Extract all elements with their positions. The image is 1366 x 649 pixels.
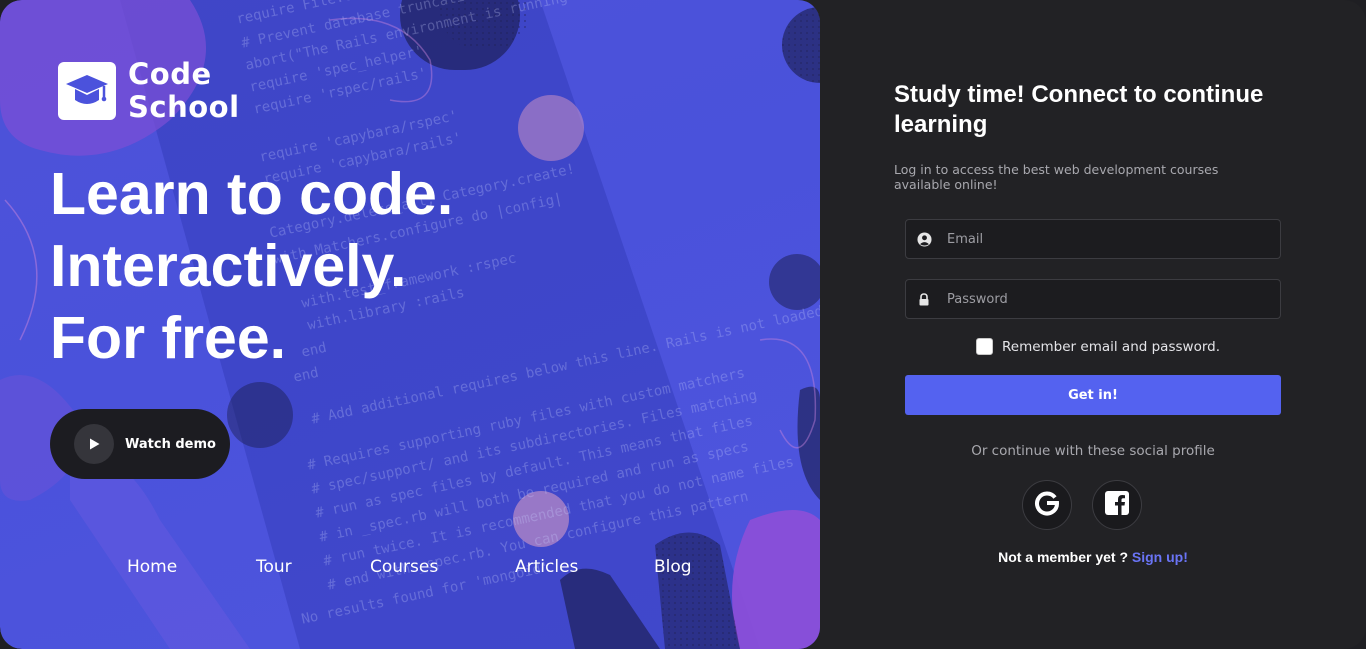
brand-line-2: School: [128, 90, 240, 124]
social-login-text: Or continue with these social profile: [971, 443, 1215, 459]
password-field[interactable]: [905, 279, 1281, 319]
remember-label: Remember email and password.: [1002, 338, 1220, 355]
password-input[interactable]: [945, 290, 1280, 308]
watch-demo-button[interactable]: Watch demo: [50, 409, 230, 479]
login-panel: Study time! Connect to continue learning…: [820, 0, 1366, 649]
get-in-button[interactable]: Get in!: [905, 375, 1281, 415]
google-icon: [1034, 490, 1060, 521]
email-input[interactable]: [945, 230, 1280, 248]
nav-tour[interactable]: Tour: [256, 557, 292, 577]
remember-checkbox[interactable]: [976, 338, 993, 355]
signup-prompt: Not a member yet ? Sign up!: [894, 549, 1292, 565]
app-frame: require File.expand_path('../../config/e…: [0, 0, 1366, 649]
headline-line-1: Learn to code.: [50, 161, 454, 227]
nav-articles[interactable]: Articles: [515, 557, 578, 577]
login-subtitle: Log in to access the best web developmen…: [894, 162, 1219, 192]
main-nav: Home Tour Courses Articles Blog: [0, 557, 820, 581]
code-school-logo[interactable]: Code School: [58, 58, 240, 124]
hero-panel: require File.expand_path('../../config/e…: [0, 0, 820, 649]
graduation-cap-icon: [58, 62, 116, 120]
email-field[interactable]: [905, 219, 1281, 259]
lock-icon: [916, 291, 932, 307]
remember-me[interactable]: Remember email and password.: [976, 338, 1220, 355]
watch-demo-label: Watch demo: [125, 436, 216, 452]
signup-link[interactable]: Sign up!: [1132, 549, 1188, 565]
play-icon: [74, 424, 114, 464]
headline-line-3: For free.: [50, 305, 287, 371]
facebook-icon: [1105, 490, 1129, 520]
hero-headline: Learn to code. Interactively. For free.: [50, 158, 453, 374]
facebook-login-button[interactable]: [1092, 480, 1142, 530]
brand-name: Code School: [128, 58, 240, 124]
google-login-button[interactable]: [1022, 480, 1072, 530]
login-title: Study time! Connect to continue learning: [894, 81, 1264, 138]
nav-home[interactable]: Home: [127, 557, 177, 577]
nav-courses[interactable]: Courses: [370, 557, 438, 577]
headline-line-2: Interactively.: [50, 233, 407, 299]
brand-line-1: Code: [128, 57, 212, 91]
not-member-text: Not a member yet ?: [998, 549, 1129, 565]
user-icon: [916, 231, 932, 247]
nav-blog[interactable]: Blog: [654, 557, 692, 577]
